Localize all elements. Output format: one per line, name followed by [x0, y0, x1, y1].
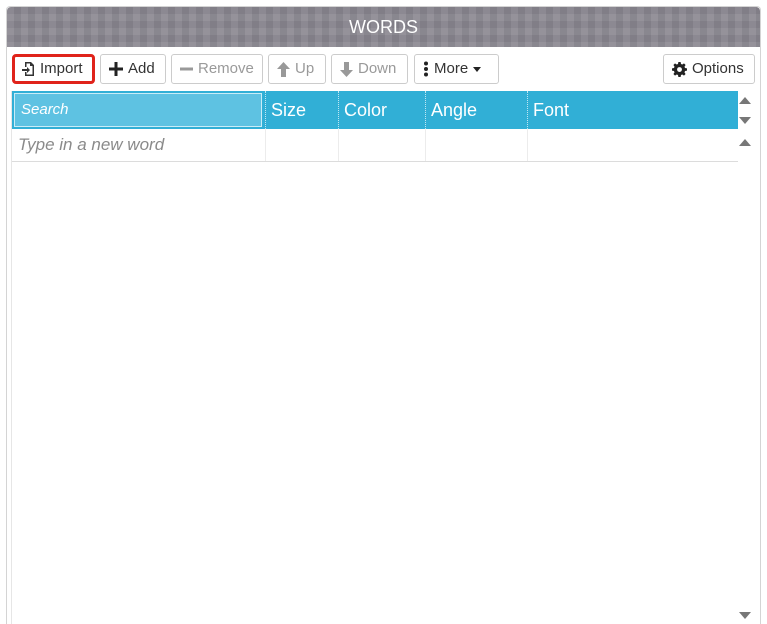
plus-icon — [109, 62, 123, 76]
options-label: Options — [692, 60, 744, 77]
remove-button[interactable]: Remove — [171, 54, 263, 84]
more-label: More — [434, 60, 469, 77]
down-label: Down — [358, 60, 397, 77]
more-vertical-icon — [423, 61, 429, 77]
column-header-color[interactable]: Color — [338, 91, 425, 129]
column-header-angle[interactable]: Angle — [425, 91, 527, 129]
new-word-font-cell[interactable] — [527, 129, 738, 161]
arrow-up-icon — [277, 61, 290, 77]
more-button[interactable]: More — [414, 54, 499, 84]
remove-label: Remove — [198, 60, 254, 77]
grid-header: Search Size Color Angle Font — [12, 91, 738, 129]
new-word-row: Type in a new word — [12, 129, 738, 162]
add-label: Add — [128, 60, 155, 77]
new-word-input[interactable]: Type in a new word — [12, 129, 265, 161]
new-word-size-cell[interactable] — [265, 129, 338, 161]
arrow-down-icon — [340, 61, 353, 77]
gear-icon — [672, 61, 687, 77]
caret-down-icon — [473, 66, 482, 72]
words-grid: Search Size Color Angle Font Type in a n… — [11, 91, 738, 624]
scroll-down-icon[interactable] — [739, 612, 751, 619]
search-input[interactable]: Search — [14, 93, 262, 127]
minus-icon — [180, 62, 193, 76]
panel-header: WORDS — [7, 7, 760, 47]
column-header-font[interactable]: Font — [527, 91, 738, 129]
import-button[interactable]: Import — [12, 54, 95, 84]
new-word-color-cell[interactable] — [338, 129, 425, 161]
scroll-up-icon[interactable] — [739, 139, 751, 146]
up-label: Up — [295, 60, 315, 77]
new-word-angle-cell[interactable] — [425, 129, 527, 161]
import-label: Import — [40, 60, 83, 77]
file-import-icon — [21, 61, 35, 77]
up-button[interactable]: Up — [268, 54, 326, 84]
words-panel: WORDS Import Add Remove Up Down More Opt… — [6, 6, 761, 624]
column-header-size[interactable]: Size — [265, 91, 338, 129]
scroll-up-icon[interactable] — [739, 97, 751, 104]
panel-title: WORDS — [349, 17, 418, 37]
toolbar: Import Add Remove Up Down More Options — [7, 47, 760, 91]
down-button[interactable]: Down — [331, 54, 408, 84]
add-button[interactable]: Add — [100, 54, 166, 84]
options-button[interactable]: Options — [663, 54, 755, 84]
scroll-down-icon[interactable] — [739, 117, 751, 124]
